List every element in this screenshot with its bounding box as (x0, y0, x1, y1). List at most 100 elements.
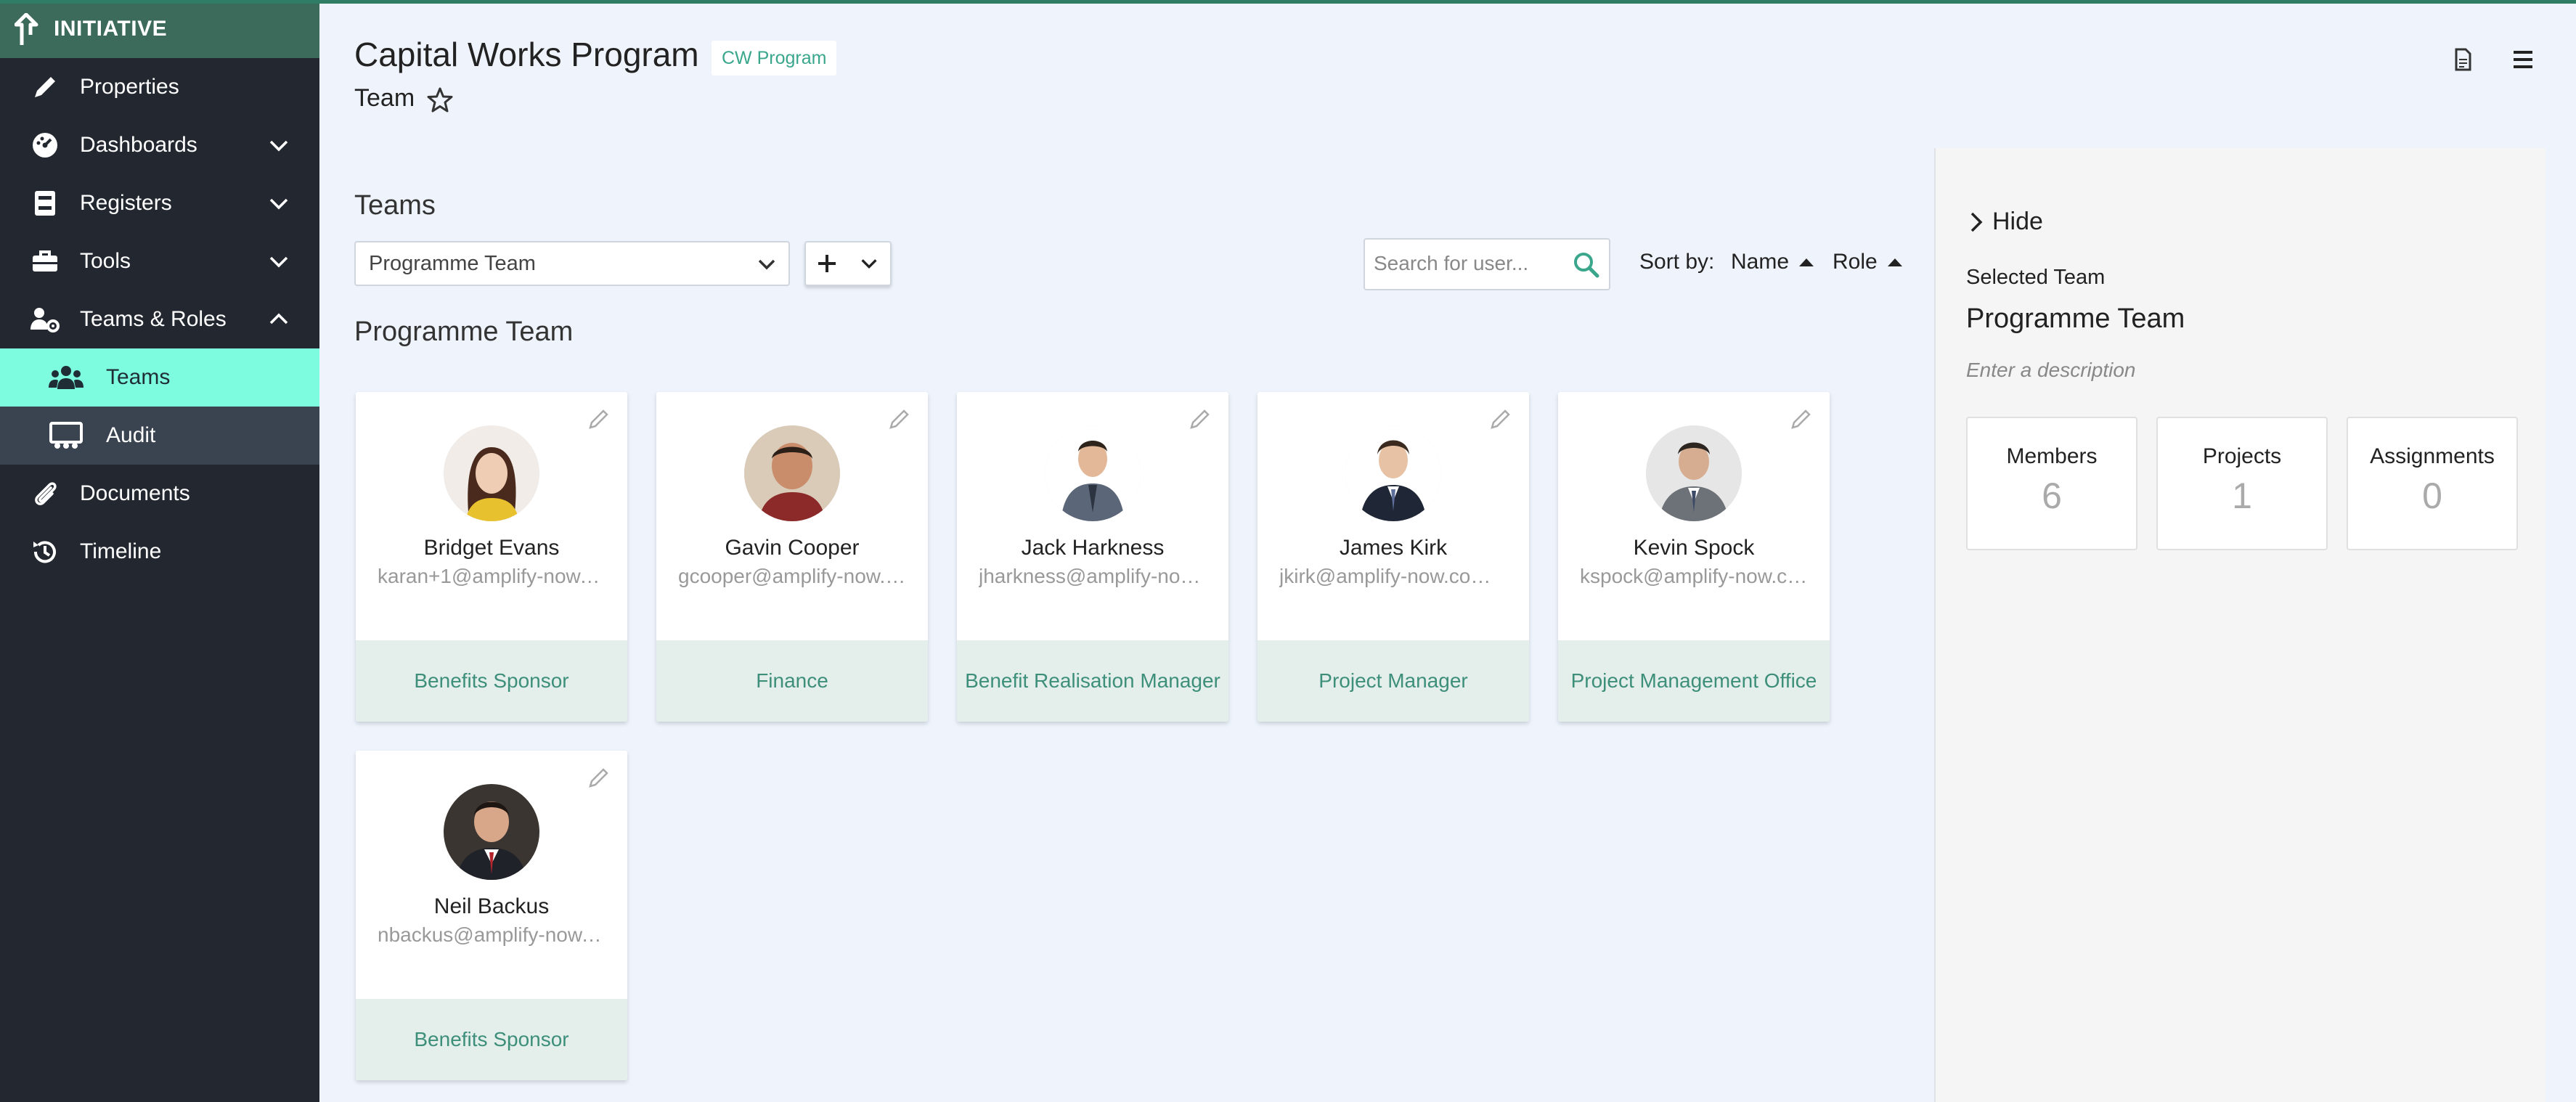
team-select-value: Programme Team (369, 251, 536, 275)
sidebar-item-teams-roles[interactable]: Teams & Roles (0, 290, 319, 348)
member-email: kspock@amplify-now.com.au (1580, 565, 1808, 587)
projects-stat: Projects 1 (2156, 417, 2328, 550)
sort-ascending-icon (1887, 258, 1902, 266)
stat-value: 1 (2232, 476, 2252, 516)
page-subtitle: Team (354, 84, 415, 112)
sidebar-item-label: Properties (80, 75, 179, 99)
member-card[interactable]: Kevin Spock kspock@amplify-now.com.au Pr… (1558, 392, 1830, 722)
sidebar-item-tools[interactable]: Tools (0, 232, 319, 290)
edit-pencil-icon[interactable] (587, 407, 611, 431)
history-icon (29, 536, 61, 568)
teams-section-label: Teams (354, 190, 436, 221)
sidebar-item-label: Registers (80, 191, 172, 215)
chevron-right-icon (1970, 212, 1983, 232)
paperclip-icon (29, 478, 61, 510)
team-details-panel: Hide Selected Team Programme Team Enter … (1934, 148, 2546, 1102)
program-badge: CW Program (712, 41, 837, 75)
sort-ascending-icon (1799, 258, 1814, 266)
team-select[interactable]: Programme Team (354, 241, 790, 286)
hide-label: Hide (1992, 208, 2043, 235)
member-name: Bridget Evans (423, 536, 560, 560)
member-name: Jack Harkness (1021, 536, 1165, 560)
sidebar-item-dashboards[interactable]: Dashboards (0, 116, 319, 174)
toolbox-icon (29, 245, 61, 277)
selected-team-label: Selected Team (1966, 266, 2106, 289)
edit-pencil-icon[interactable] (1188, 407, 1212, 431)
brand-label: INITIATIVE (54, 17, 168, 41)
edit-pencil-icon[interactable] (1488, 407, 1513, 431)
member-role: Benefit Realisation Manager (957, 640, 1228, 722)
member-email: jkirk@amplify-now.com.au (1279, 565, 1507, 587)
chevron-down-icon (758, 259, 775, 270)
stat-label: Members (2006, 444, 2098, 468)
plus-icon (818, 255, 836, 272)
search-icon[interactable] (1573, 251, 1600, 279)
sidebar-item-label: Teams & Roles (80, 307, 227, 331)
hide-panel-button[interactable]: Hide (1966, 208, 2043, 236)
favorite-star-icon[interactable] (425, 86, 455, 115)
users-icon (48, 362, 84, 393)
sidebar-item-audit[interactable]: Audit (0, 407, 319, 465)
member-card[interactable]: Jack Harkness jharkness@amplify-now.com.… (957, 392, 1228, 722)
edit-pencil-icon[interactable] (587, 765, 611, 790)
chevron-down-icon[interactable] (267, 134, 290, 157)
pencil-icon (29, 71, 61, 103)
top-accent-bar (0, 0, 2576, 4)
member-role: Finance (656, 640, 928, 722)
stat-value: 0 (2422, 476, 2442, 516)
description-field[interactable]: Enter a description (1966, 359, 2135, 382)
member-card[interactable]: James Kirk jkirk@amplify-now.com.au Proj… (1258, 392, 1529, 722)
member-role: Project Management Office (1558, 640, 1830, 722)
chevron-down-icon[interactable] (267, 192, 290, 215)
member-email: karan+1@amplify-now.com.au (378, 565, 606, 587)
member-card[interactable]: Gavin Cooper gcooper@amplify-now.com.au … (656, 392, 928, 722)
avatar (444, 425, 539, 521)
sidebar-item-documents[interactable]: Documents (0, 465, 319, 523)
initiative-arrow-icon (15, 13, 38, 45)
sidebar-item-teams[interactable]: Teams (0, 348, 319, 407)
document-icon[interactable] (2448, 45, 2477, 74)
selected-team-name: Programme Team (1966, 303, 2185, 334)
page-title: Capital Works Program (354, 36, 699, 73)
member-name: Neil Backus (433, 894, 550, 918)
chevron-up-icon[interactable] (267, 308, 290, 331)
sidebar-item-timeline[interactable]: Timeline (0, 523, 319, 581)
member-email: nbackus@amplify-now.com.au (378, 923, 606, 946)
member-card[interactable]: Bridget Evans karan+1@amplify-now.com.au… (356, 392, 627, 722)
stat-label: Assignments (2370, 444, 2495, 468)
sort-role-label: Role (1833, 250, 1878, 274)
sidebar: INITIATIVE Properties Dashboards Registe… (0, 0, 319, 1102)
sort-name-label: Name (1731, 250, 1790, 274)
member-email: jharkness@amplify-now.com.au (979, 565, 1207, 587)
sidebar-item-label: Audit (106, 423, 156, 447)
edit-pencil-icon[interactable] (1789, 407, 1814, 431)
register-icon (29, 187, 61, 219)
sidebar-item-label: Timeline (80, 539, 162, 563)
user-search (1364, 238, 1610, 290)
stat-value: 6 (2042, 476, 2062, 516)
avatar (1646, 425, 1742, 521)
sidebar-brand[interactable]: INITIATIVE (0, 0, 319, 58)
chevron-down-icon[interactable] (267, 250, 290, 273)
sidebar-item-properties[interactable]: Properties (0, 58, 319, 116)
member-name: Gavin Cooper (725, 536, 860, 560)
member-role: Project Manager (1258, 640, 1529, 722)
assignments-stat: Assignments 0 (2347, 417, 2518, 550)
member-card[interactable]: Neil Backus nbackus@amplify-now.com.au B… (356, 751, 627, 1080)
search-input[interactable] (1365, 240, 1561, 287)
members-stat: Members 6 (1966, 417, 2137, 550)
member-role: Benefits Sponsor (356, 640, 627, 722)
member-role: Benefits Sponsor (356, 999, 627, 1080)
dashboard-icon (29, 129, 61, 161)
chevron-down-icon (861, 259, 877, 269)
avatar (1345, 425, 1441, 521)
edit-pencil-icon[interactable] (887, 407, 912, 431)
sidebar-item-label: Documents (80, 481, 190, 505)
menu-icon[interactable] (2508, 45, 2538, 74)
sidebar-item-label: Dashboards (80, 133, 197, 157)
sidebar-item-label: Teams (106, 365, 171, 389)
sidebar-item-registers[interactable]: Registers (0, 174, 319, 232)
add-team-button[interactable] (804, 241, 892, 286)
sort-by-name[interactable]: Name (1731, 250, 1814, 274)
sort-by-role[interactable]: Role (1833, 250, 1902, 274)
